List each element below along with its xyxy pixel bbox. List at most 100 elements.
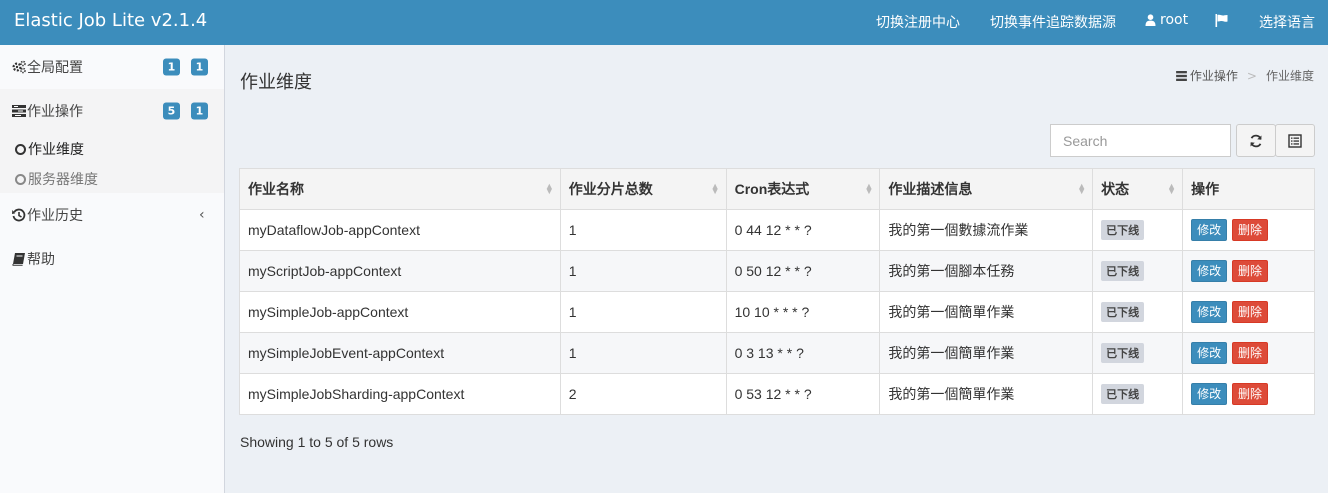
refresh-button[interactable]: [1236, 124, 1276, 157]
delete-button[interactable]: 删除: [1231, 301, 1268, 323]
page-title: 作业维度: [240, 72, 312, 93]
cell-job-name: myDataflowJob-appContext: [239, 209, 561, 251]
delete-button[interactable]: 删除: [1231, 219, 1268, 241]
cell-job-name: mySimpleJobSharding-appContext: [239, 373, 561, 415]
jobs-table: 作业名称 ▲ ▼ 作业分片总数 ▲ ▼ Cron表达式 ▲ ▼ 作业描述信息 ▲ ▼ 状态 ▲ ▼ …: [239, 168, 1315, 415]
book-icon: [12, 253, 25, 266]
cell-shard-count: 1: [559, 291, 727, 333]
sort-icon: ▲ ▼: [710, 181, 720, 196]
history-icon: [12, 208, 26, 222]
table-row: mySimpleJobSharding-appContext 2 0 53 12…: [239, 373, 1315, 415]
list-columns-icon: [1288, 133, 1302, 148]
cell-actions: 修改 删除: [1182, 291, 1315, 333]
edit-button[interactable]: 修改: [1191, 342, 1228, 364]
search-input[interactable]: [1050, 124, 1231, 157]
table-row: myScriptJob-appContext 1 0 50 12 * * ? 我…: [239, 250, 1315, 292]
edit-button[interactable]: 修改: [1191, 219, 1228, 241]
count-badge: 5: [163, 102, 180, 120]
column-header-actions: 操作: [1182, 168, 1315, 210]
cell-shard-count: 1: [559, 332, 727, 374]
sort-icon: ▲ ▼: [1167, 181, 1177, 196]
flag-icon: [1215, 14, 1228, 27]
cell-shard-count: 1: [559, 250, 727, 292]
table-row: mySimpleJobEvent-appContext 1 0 3 13 * *…: [239, 332, 1315, 374]
sidebar-subitem-label: 服务器维度: [28, 172, 98, 188]
cell-status: 已下线: [1092, 291, 1184, 333]
edit-button[interactable]: 修改: [1191, 383, 1228, 405]
refresh-icon: [1250, 134, 1262, 147]
sidebar-item-label: 全局配置: [27, 60, 83, 76]
cell-job-name: myScriptJob-appContext: [239, 250, 561, 292]
count-badge: 1: [191, 58, 208, 76]
user-menu[interactable]: root: [1145, 12, 1188, 28]
sidebar-subitem-server-dimension[interactable]: 服务器维度: [15, 169, 98, 189]
select-language-link[interactable]: 选择语言: [1259, 12, 1315, 32]
cell-description: 我的第一個簡單作業: [879, 373, 1094, 415]
delete-button[interactable]: 删除: [1231, 342, 1268, 364]
sort-icon: ▲ ▼: [864, 181, 874, 196]
cell-job-name: mySimpleJob-appContext: [239, 291, 561, 333]
cell-cron: 0 44 12 * * ?: [725, 209, 881, 251]
column-header-cron[interactable]: Cron表达式 ▲ ▼: [725, 168, 881, 210]
tasks-icon: [1176, 70, 1187, 81]
cell-status: 已下线: [1092, 250, 1184, 292]
sort-icon: ▲ ▼: [1077, 181, 1087, 196]
cell-cron: 0 53 12 * * ?: [725, 373, 881, 415]
column-header-shard-count[interactable]: 作业分片总数 ▲ ▼: [559, 168, 727, 210]
sidebar-item-global-config[interactable]: 全局配置 1 1: [0, 45, 224, 89]
status-badge: 已下线: [1101, 220, 1145, 240]
sidebar-item-job-ops[interactable]: 作业操作 5 1: [0, 89, 224, 133]
status-badge: 已下线: [1101, 261, 1145, 281]
cell-description: 我的第一個簡單作業: [879, 332, 1094, 374]
cell-job-name: mySimpleJobEvent-appContext: [239, 332, 561, 374]
sidebar-subitem-label: 作业维度: [28, 142, 84, 158]
circle-icon: [15, 173, 26, 185]
app-brand[interactable]: Elastic Job Lite v2.1.4: [14, 10, 207, 31]
sidebar-item-label: 作业历史: [27, 208, 83, 224]
breadcrumb-parent-link[interactable]: 作业操作: [1190, 67, 1238, 84]
sidebar-subitem-job-dimension[interactable]: 作业维度: [15, 139, 84, 159]
cell-cron: 0 3 13 * * ?: [725, 332, 881, 374]
column-header-description[interactable]: 作业描述信息 ▲ ▼: [879, 168, 1094, 210]
count-badge: 1: [191, 102, 208, 120]
switch-datasource-link[interactable]: 切换事件追踪数据源: [990, 12, 1116, 32]
cell-description: 我的第一個腳本任務: [879, 250, 1094, 292]
sidebar-item-label: 帮助: [27, 252, 55, 268]
edit-button[interactable]: 修改: [1191, 260, 1228, 282]
column-header-job-name[interactable]: 作业名称 ▲ ▼: [239, 168, 561, 210]
column-header-status[interactable]: 状态 ▲ ▼: [1092, 168, 1184, 210]
select-language-label: 选择语言: [1259, 15, 1315, 31]
language-flag-button[interactable]: [1215, 14, 1228, 27]
status-badge: 已下线: [1101, 302, 1145, 322]
cell-actions: 修改 删除: [1182, 209, 1315, 251]
cell-status: 已下线: [1092, 209, 1184, 251]
cell-actions: 修改 删除: [1182, 332, 1315, 374]
chevron-left-icon: ‹: [199, 207, 205, 223]
cell-cron: 0 50 12 * * ?: [725, 250, 881, 292]
sidebar-item-job-history[interactable]: 作业历史 ‹: [0, 193, 224, 237]
edit-button[interactable]: 修改: [1191, 301, 1228, 323]
switch-registry-link[interactable]: 切换注册中心: [876, 12, 960, 32]
user-icon: [1145, 14, 1156, 26]
sidebar-item-label: 作业操作: [27, 104, 83, 120]
cell-status: 已下线: [1092, 373, 1184, 415]
breadcrumb: 作业操作 > 作业维度: [1176, 67, 1314, 84]
cell-description: 我的第一個簡單作業: [879, 291, 1094, 333]
table-row: mySimpleJob-appContext 1 10 10 * * * ? 我…: [239, 291, 1315, 333]
status-badge: 已下线: [1101, 384, 1145, 404]
delete-button[interactable]: 删除: [1231, 383, 1268, 405]
cell-cron: 10 10 * * * ?: [725, 291, 881, 333]
columns-toggle-button[interactable]: [1275, 124, 1315, 157]
top-navbar: Elastic Job Lite v2.1.4 切换注册中心 切换事件追踪数据源…: [0, 0, 1328, 45]
cell-actions: 修改 删除: [1182, 373, 1315, 415]
cell-shard-count: 2: [559, 373, 727, 415]
count-badge: 1: [163, 58, 180, 76]
sort-icon: ▲ ▼: [544, 181, 554, 196]
sidebar-item-help[interactable]: 帮助: [0, 237, 224, 281]
sidebar: 全局配置 1 1 作业操作 5 1 作业维度 服务器维度 作业历史 ‹ 帮助: [0, 45, 225, 493]
username: root: [1160, 12, 1189, 28]
gears-icon: [12, 60, 26, 74]
delete-button[interactable]: 删除: [1231, 260, 1268, 282]
switch-registry-label: 切换注册中心: [876, 15, 960, 31]
tasks-icon: [12, 105, 26, 117]
